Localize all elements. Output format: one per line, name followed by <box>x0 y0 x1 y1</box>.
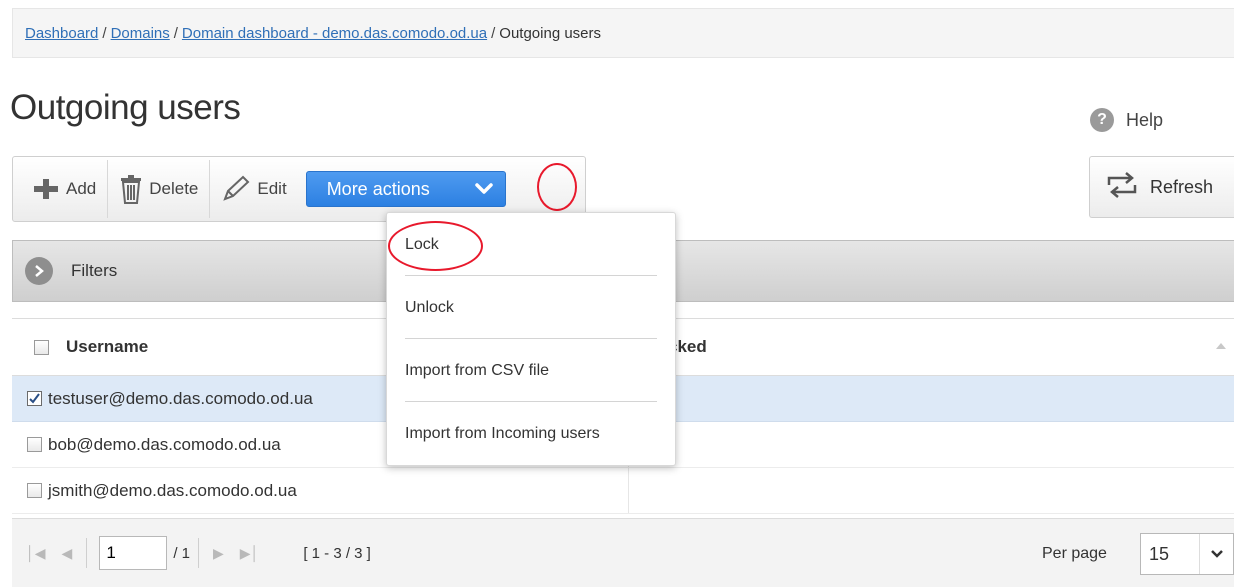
edit-button-label: Edit <box>257 179 287 198</box>
chevron-down-icon[interactable] <box>473 178 495 205</box>
refresh-button[interactable]: Refresh <box>1089 156 1234 218</box>
select-all-checkbox[interactable] <box>34 339 49 355</box>
last-page-icon[interactable]: ▶│ <box>240 545 260 562</box>
pagination-bar: │◀ ◀ / 1 ▶ ▶│ [ 1 - 3 / 3 ] Per page 15 <box>12 518 1234 587</box>
first-page-icon[interactable]: │◀ <box>26 545 46 562</box>
sort-arrow-icon[interactable] <box>1216 343 1226 349</box>
breadcrumb: Dashboard / Domains / Domain dashboard - dem… <box>12 8 1234 58</box>
breadcrumb-separator: / <box>173 25 178 42</box>
plus-icon <box>32 177 60 201</box>
row-username: jsmith@demo.das.comodo.od.ua <box>48 480 297 500</box>
more-actions-menu: Lock Unlock Import from CSV file Import … <box>386 212 676 466</box>
breadcrumb-separator: / <box>491 25 496 42</box>
record-range: [ 1 - 3 / 3 ] <box>303 544 371 562</box>
delete-button-label: Delete <box>149 179 199 198</box>
page-number-input[interactable] <box>99 536 168 570</box>
add-button-label: Add <box>66 179 97 198</box>
pager-divider <box>198 538 199 568</box>
edit-button[interactable]: Edit <box>210 160 297 218</box>
per-page-select[interactable]: 15 <box>1140 533 1234 575</box>
row-username: bob@demo.das.comodo.od.ua <box>48 434 281 454</box>
breadcrumb-current: Outgoing users <box>499 25 602 42</box>
per-page-label: Per page <box>1042 545 1107 562</box>
column-divider <box>628 468 629 513</box>
help-icon: ? <box>1090 108 1114 132</box>
menu-item-lock[interactable]: Lock <box>387 213 675 276</box>
menu-item-import-csv[interactable]: Import from CSV file <box>387 339 675 402</box>
breadcrumb-link-dashboard[interactable]: Dashboard <box>25 25 98 42</box>
pager-divider <box>86 538 88 568</box>
total-pages: / 1 <box>173 544 190 562</box>
help-link[interactable]: ? Help <box>1090 108 1163 132</box>
chevron-down-icon <box>1199 534 1233 574</box>
help-label: Help <box>1126 109 1164 130</box>
prev-page-icon[interactable]: ◀ <box>62 545 73 562</box>
row-checkbox[interactable] <box>27 437 42 452</box>
more-actions-button[interactable]: More actions <box>305 171 506 207</box>
add-button[interactable]: Add <box>21 160 109 218</box>
filters-label: Filters <box>71 261 118 280</box>
per-page-value: 15 <box>1149 543 1170 564</box>
checkmark-icon <box>29 393 40 404</box>
row-checkbox[interactable] <box>27 483 42 498</box>
pencil-icon <box>221 175 251 203</box>
row-username: testuser@demo.das.comodo.od.ua <box>48 388 313 408</box>
menu-item-unlock[interactable]: Unlock <box>387 276 675 339</box>
chevron-right-icon <box>25 257 53 285</box>
trash-icon <box>119 174 143 204</box>
breadcrumb-link-domain-dashboard[interactable]: Domain dashboard - demo.das.comodo.od.ua <box>182 25 487 42</box>
delete-button[interactable]: Delete <box>108 160 211 218</box>
breadcrumb-separator: / <box>102 25 107 42</box>
next-page-icon[interactable]: ▶ <box>213 545 224 562</box>
refresh-icon <box>1104 170 1140 205</box>
column-header-username[interactable]: Username <box>66 337 148 357</box>
menu-item-import-incoming[interactable]: Import from Incoming users <box>387 402 675 465</box>
page-title: Outgoing users <box>10 88 241 127</box>
refresh-label: Refresh <box>1150 176 1214 197</box>
breadcrumb-link-domains[interactable]: Domains <box>111 25 170 42</box>
more-actions-label: More actions <box>326 178 430 199</box>
row-checkbox[interactable] <box>27 391 42 406</box>
table-row[interactable]: jsmith@demo.das.comodo.od.ua <box>12 468 1234 514</box>
